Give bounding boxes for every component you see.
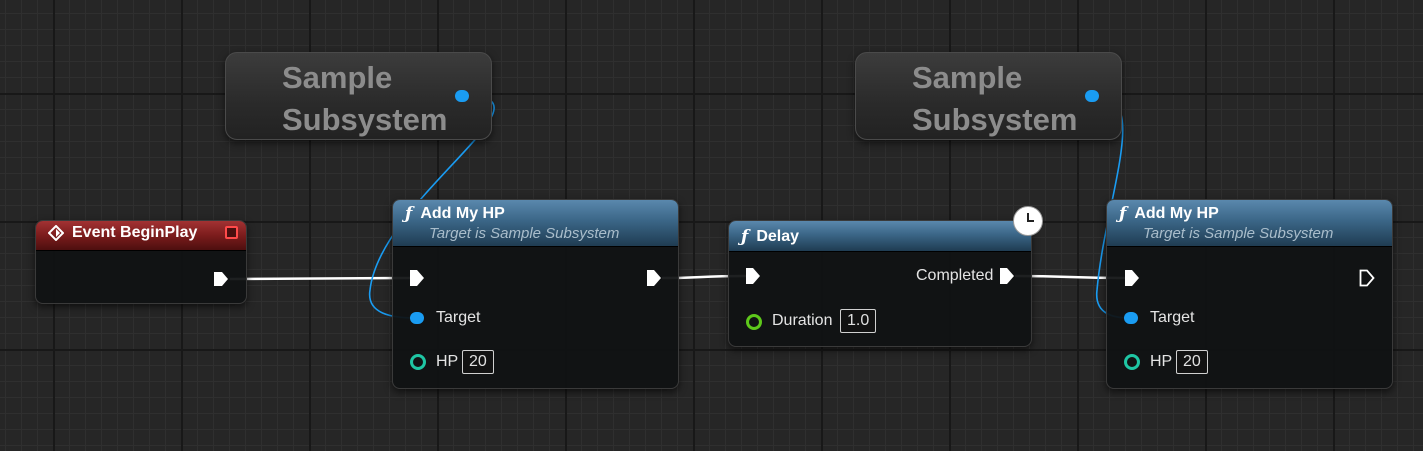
- exec-output-pin[interactable]: [1358, 268, 1376, 288]
- hp-value-field[interactable]: 20: [462, 350, 494, 374]
- completed-pin-label: Completed: [916, 267, 994, 284]
- getter-label: Sample Subsystem: [912, 60, 1078, 137]
- hp-input-pin[interactable]: [410, 354, 426, 370]
- node-title: ƒ Add My HP: [405, 204, 505, 224]
- duration-value-field[interactable]: 1.0: [840, 309, 877, 333]
- hp-pin-label: HP: [1150, 353, 1173, 370]
- target-input-pin[interactable]: [1124, 312, 1138, 324]
- stop-icon: [225, 226, 238, 239]
- target-pin-label: Target: [436, 309, 481, 326]
- function-icon: ƒ: [1119, 204, 1127, 224]
- hp-pin-label: HP: [436, 353, 459, 370]
- exec-output-pin[interactable]: [645, 268, 663, 288]
- node-subtitle: Target is Sample Subsystem: [429, 225, 620, 242]
- node-title: ƒ Add My HP: [1119, 204, 1219, 224]
- getter-label: Sample Subsystem: [282, 60, 448, 137]
- sample-subsystem-getter[interactable]: Sample Subsystem: [225, 52, 492, 140]
- exec-input-pin[interactable]: [1123, 268, 1141, 288]
- hp-input-pin[interactable]: [1124, 354, 1140, 370]
- node-subtitle: Target is Sample Subsystem: [1143, 225, 1334, 242]
- node-title: ƒ Delay: [741, 227, 800, 247]
- duration-pin-label: Duration: [772, 312, 833, 329]
- target-pin-label: Target: [1150, 309, 1195, 326]
- sample-subsystem-getter[interactable]: Sample Subsystem: [855, 52, 1122, 140]
- node-title: Event BeginPlay: [48, 224, 234, 242]
- completed-exec-output-pin[interactable]: [998, 266, 1016, 286]
- exec-input-pin[interactable]: [408, 268, 426, 288]
- exec-input-pin[interactable]: [744, 266, 762, 286]
- getter-output-pin[interactable]: [1085, 90, 1099, 102]
- event-beginplay-node[interactable]: Event BeginPlay: [35, 220, 247, 304]
- exec-wire-event-to-addhp1: [229, 276, 411, 281]
- target-input-pin[interactable]: [410, 312, 424, 324]
- event-diamond-icon: [48, 225, 64, 241]
- function-icon: ƒ: [405, 204, 413, 224]
- exec-output-pin[interactable]: [212, 270, 230, 288]
- hp-value-field[interactable]: 20: [1176, 350, 1208, 374]
- clock-icon: [1013, 206, 1043, 236]
- function-icon: ƒ: [741, 227, 749, 247]
- getter-output-pin[interactable]: [455, 90, 469, 102]
- duration-input-pin[interactable]: [746, 314, 762, 330]
